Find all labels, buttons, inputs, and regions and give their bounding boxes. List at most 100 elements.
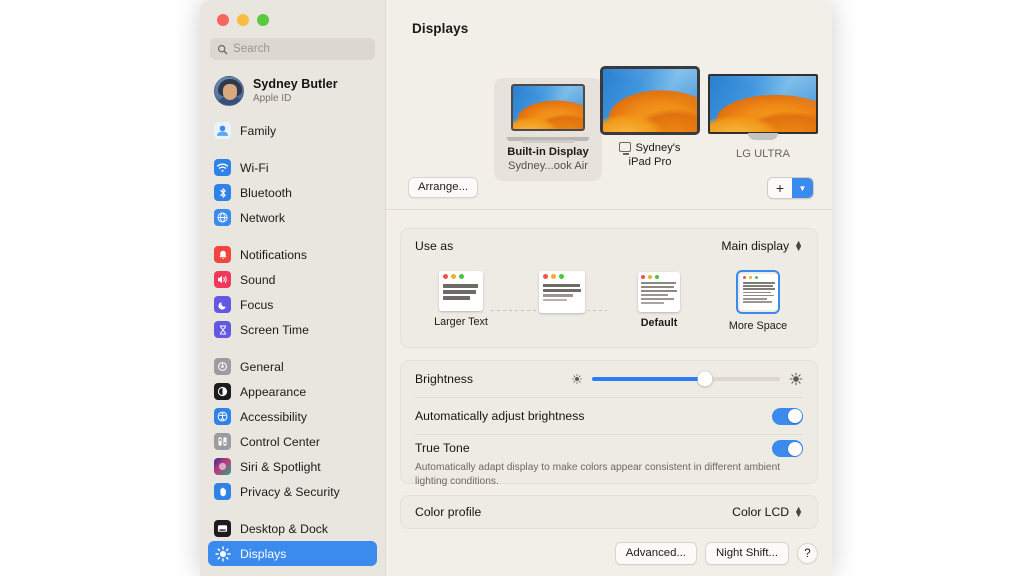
brightness-label: Brightness	[415, 372, 474, 386]
brightness-track[interactable]	[592, 371, 780, 387]
resolution-option-larger-text[interactable]: Larger Text	[418, 271, 504, 328]
auto-brightness-toggle[interactable]	[772, 407, 803, 425]
sidebar-item-focus[interactable]: Focus	[208, 292, 377, 317]
sidebar-item-wifi[interactable]: Wi-Fi	[208, 155, 377, 180]
resolution-label: Default	[640, 317, 678, 329]
sidebar-item-network[interactable]: Network	[208, 205, 377, 230]
color-profile-popup[interactable]: Color LCD ▲ ▼	[732, 505, 803, 519]
auto-brightness-row: Automatically adjust brightness	[401, 398, 817, 434]
use-as-popup[interactable]: Main display ▲ ▼	[721, 239, 803, 253]
profile-subtitle: Apple ID	[253, 92, 292, 104]
siri-icon	[214, 458, 231, 475]
resolution-label: Larger Text	[434, 316, 488, 328]
sidebar-item-sound[interactable]: Sound	[208, 267, 377, 292]
brightness-row: Brightness	[401, 361, 817, 397]
notifications-icon	[214, 246, 231, 263]
sound-icon	[214, 271, 231, 288]
color-profile-group: Color profile Color LCD ▲ ▼	[400, 495, 818, 529]
resolution-tiles: Larger Text Default More Space	[401, 263, 817, 345]
display-name: Built-in Display	[507, 146, 589, 158]
window-traffic-lights	[208, 0, 377, 36]
sidebar-item-notifications[interactable]: Notifications	[208, 242, 377, 267]
resolution-option-mid[interactable]	[519, 271, 605, 318]
use-as-row: Use as Main display ▲ ▼	[401, 229, 817, 263]
night-shift-button[interactable]: Night Shift...	[704, 542, 789, 565]
sidebar-item-label: Wi-Fi	[240, 160, 269, 175]
display-tile-built-in[interactable]: Built-in Display Sydney...ook Air	[494, 78, 602, 182]
use-as-value: Main display	[721, 239, 790, 253]
sidebar-item-label: Siri & Spotlight	[240, 459, 321, 474]
search-input[interactable]: Search	[210, 38, 375, 60]
sidebar-item-privacy-security[interactable]: Privacy & Security	[208, 479, 377, 504]
family-icon	[214, 122, 231, 139]
screen: Search Sydney Butler Apple ID Family Wi-…	[0, 0, 1024, 576]
resolution-option-default[interactable]: Default	[616, 272, 702, 329]
search-icon	[217, 44, 228, 54]
sidebar: Search Sydney Butler Apple ID Family Wi-…	[200, 0, 386, 576]
sidebar-item-desktop-dock[interactable]: Desktop & Dock	[208, 516, 377, 541]
display-name: LG ULTRA	[736, 148, 790, 160]
add-display-button[interactable]: +	[768, 178, 792, 198]
desktop-dock-icon	[214, 520, 231, 537]
close-button[interactable]	[217, 14, 229, 26]
display-subtitle: Sydney...ook Air	[507, 159, 588, 172]
color-profile-value: Color LCD	[732, 505, 790, 519]
appearance-icon	[214, 383, 231, 400]
minimize-button[interactable]	[237, 14, 249, 26]
brightness-low-icon	[572, 374, 582, 384]
resolution-label: More Space	[728, 320, 788, 332]
sidebar-item-label: Bluetooth	[240, 185, 292, 200]
sidebar-item-label: Control Center	[240, 434, 320, 449]
add-display-group[interactable]: + ▼	[767, 177, 814, 199]
sidebar-item-accessibility[interactable]: Accessibility	[208, 404, 377, 429]
true-tone-toggle[interactable]	[772, 440, 803, 457]
brightness-thumb[interactable]	[697, 371, 713, 387]
sidebar-item-label: Family	[240, 123, 277, 138]
sidebar-item-label: Privacy & Security	[240, 484, 340, 499]
sidebar-item-label: Network	[240, 210, 286, 225]
sidebar-item-label: Appearance	[240, 384, 307, 399]
screen-time-icon	[214, 321, 231, 338]
sidebar-item-control-center[interactable]: Control Center	[208, 429, 377, 454]
zoom-button[interactable]	[257, 14, 269, 26]
focus-icon	[214, 296, 231, 313]
color-profile-row: Color profile Color LCD ▲ ▼	[401, 496, 817, 528]
sidebar-item-label: Desktop & Dock	[240, 521, 329, 536]
use-as-label: Use as	[415, 239, 454, 253]
avatar	[214, 76, 244, 106]
displays-icon	[214, 545, 231, 562]
chevron-down-icon[interactable]: ▼	[792, 178, 813, 198]
privacy-hand-icon	[214, 483, 231, 500]
true-tone-row: True Tone	[401, 435, 817, 461]
sidebar-item-label: Focus	[240, 297, 274, 312]
sidebar-item-family[interactable]: Family	[208, 118, 377, 143]
system-settings-window: Search Sydney Butler Apple ID Family Wi-…	[200, 0, 832, 576]
general-gear-icon	[214, 358, 231, 375]
brightness-slider[interactable]	[571, 371, 803, 387]
arrange-button[interactable]: Arrange...	[408, 177, 479, 198]
sidebar-item-displays[interactable]: Displays	[208, 541, 377, 566]
sidebar-item-appearance[interactable]: Appearance	[208, 379, 377, 404]
brightness-fill	[592, 377, 705, 381]
help-button[interactable]: ?	[797, 543, 818, 564]
resolution-option-more-space[interactable]: More Space	[713, 270, 803, 332]
display-tile-ipad[interactable]: Sydney's iPad Pro	[594, 66, 706, 169]
color-profile-label: Color profile	[415, 505, 482, 519]
network-icon	[214, 209, 231, 226]
advanced-button[interactable]: Advanced...	[614, 542, 697, 565]
sidebar-item-label: Screen Time	[240, 322, 309, 337]
sidebar-item-siri-spotlight[interactable]: Siri & Spotlight	[208, 454, 377, 479]
sidebar-item-general[interactable]: General	[208, 354, 377, 379]
stepper-icon: ▲ ▼	[794, 504, 803, 519]
sidebar-item-label: Sound	[240, 272, 276, 287]
footer-buttons: Advanced... Night Shift... ?	[614, 542, 818, 565]
use-as-group: Use as Main display ▲ ▼ Larger Text Defa…	[400, 228, 818, 348]
profile-name: Sydney Butler	[253, 77, 338, 92]
sidebar-item-screen-time[interactable]: Screen Time	[208, 317, 377, 342]
sidebar-item-bluetooth[interactable]: Bluetooth	[208, 180, 377, 205]
apple-id-profile-item[interactable]: Sydney Butler Apple ID	[208, 72, 377, 110]
display-tile-lg-ultra[interactable]: LG ULTRA	[704, 74, 822, 162]
search-placeholder: Search	[233, 43, 271, 55]
